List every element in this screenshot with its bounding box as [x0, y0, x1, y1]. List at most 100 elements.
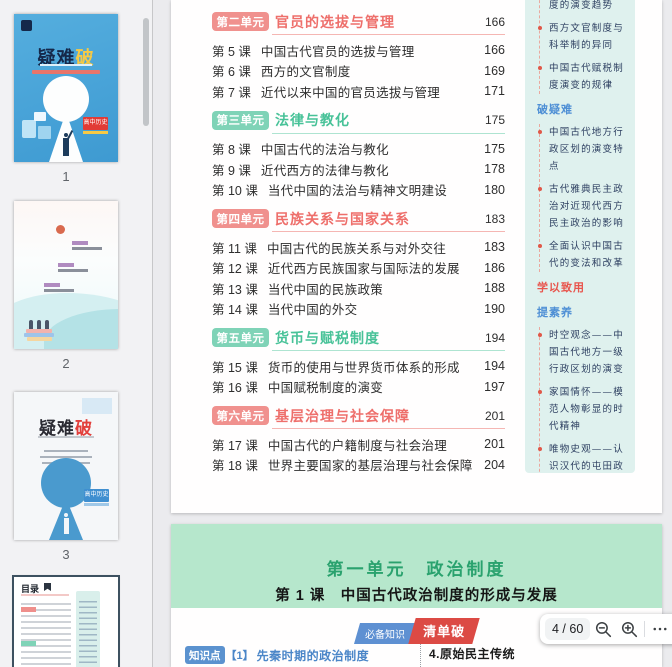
toc-unit: 第五单元 货币与赋税制度 194 第 15 课 货币的使用与世界货币体系的形成 … [212, 328, 505, 397]
thumbnail-page-4-selected[interactable]: 目录 4 [14, 577, 118, 667]
unit-title: 法律与教化 [275, 110, 485, 130]
toc-course-row: 第 16 课 中国赋税制度的演变 197 [212, 377, 505, 398]
cover-art [82, 398, 112, 414]
cover-art [58, 269, 88, 272]
unit-badge: 第五单元 [212, 328, 269, 347]
thumbnail-page-2[interactable]: 2 [14, 201, 118, 371]
credits-line [44, 450, 88, 452]
toc-unit-header: 第六单元 基层治理与社会保障 201 [212, 406, 505, 429]
course-title: 西方的文官制度 [261, 61, 484, 80]
toc-course-row: 第 9 课 近代西方的法律与教化 178 [212, 159, 505, 180]
cover-accent-strip [32, 70, 100, 74]
toc-course-list: 第 8 课 中国古代的法治与教化 175 第 9 课 近代西方的法律与教化 17… [212, 139, 505, 201]
thumbnail-page-number: 1 [14, 169, 118, 184]
toc-unit: 第四单元 民族关系与国家关系 183 第 11 课 中国古代的民族关系与对外交往… [212, 209, 505, 319]
margin-notes-panel: 中国古代选官制度的演变趋势 西方文官制度与科举制的异同 中国古代赋税制度演变的规… [525, 0, 635, 473]
mini-line [21, 594, 69, 596]
thumbnail-cover-image[interactable] [14, 201, 118, 349]
document-view: 第二单元 官员的选拔与管理 166 第 5 课 中国古代官员的选拔与管理 166… [153, 0, 672, 667]
knowledge-point-badge: 知识点 [185, 646, 225, 664]
note-item: 西方文官制度与科举制的异同 [549, 20, 629, 54]
cover-art [58, 263, 74, 267]
note-item: 中国古代地方行政区划的演变特点 [549, 124, 629, 175]
thumbnail-cover-image[interactable]: 疑难破 高中历史 [14, 392, 118, 540]
notes-heading: 破疑难 [537, 102, 629, 119]
note-item: 中国古代选官制度的演变趋势 [549, 0, 629, 14]
unit-title: 民族关系与国家关系 [275, 209, 485, 229]
unit-badge: 第三单元 [212, 111, 269, 130]
knowledge-point-index: 【1】 [226, 647, 254, 663]
unit-page-number: 175 [485, 113, 505, 127]
thumbnail-cover-image[interactable]: 疑难破 高中历史 [14, 14, 118, 162]
course-page-number: 194 [484, 359, 505, 373]
toc-course-row: 第 5 课 中国古代官员的选拔与管理 166 [212, 40, 505, 61]
unit-title: 基层治理与社会保障 [275, 406, 485, 426]
toc-course-list: 第 17 课 中国古代的户籍制度与社会治理 201 第 18 课 世界主要国家的… [212, 434, 505, 475]
unit-page-number: 201 [485, 409, 505, 423]
course-page-number: 183 [484, 240, 505, 254]
column-divider [420, 644, 421, 667]
unit-title: 官员的选拔与管理 [275, 12, 485, 32]
toc-unit: 第六单元 基层治理与社会保障 201 第 17 课 中国古代的户籍制度与社会治理… [212, 406, 505, 475]
course-title: 近代以来中国的官员选拔与管理 [261, 82, 484, 101]
book-art [27, 337, 52, 341]
toc-course-list: 第 15 课 货币的使用与世界货币体系的形成 194 第 16 课 中国赋税制度… [212, 356, 505, 397]
cover-subtitle-line [38, 436, 94, 438]
lesson-header-title: 第 1 课 中国古代政治制度的形成与发展 [171, 584, 662, 605]
unit-header-band: 第一单元 政治制度 第 1 课 中国古代政治制度的形成与发展 [171, 524, 662, 608]
person-silhouette [64, 518, 69, 534]
zoom-out-button[interactable] [590, 616, 616, 642]
flag-icon [44, 583, 51, 591]
notes-group: 时空观念——中国古代地方一级行政区划的演变 家国情怀——模范人物彰显的时代精神 … [539, 327, 629, 473]
unit-title: 货币与赋税制度 [275, 328, 485, 348]
pdf-viewer-window: 疑难破 高中历史 1 [0, 0, 672, 667]
cover-art [72, 247, 102, 250]
note-item: 古代雅典民主政治对近现代西方民主政治的影响 [549, 181, 629, 232]
toc-unit-header: 第五单元 货币与赋税制度 194 [212, 328, 505, 351]
stacked-books-art [24, 329, 54, 343]
sidebar-scrollbar-thumb[interactable] [143, 18, 149, 126]
course-title: 中国古代的法治与教化 [261, 139, 484, 158]
thumbnail-page-1[interactable]: 疑难破 高中历史 1 [14, 14, 118, 184]
toc-course-list: 第 5 课 中国古代官员的选拔与管理 166 第 6 课 西方的文官制度 169… [212, 40, 505, 102]
course-page-number: 190 [484, 302, 505, 316]
course-label: 第 12 课 [212, 258, 258, 277]
toc-course-row: 第 13 课 当代中国的民族政策 188 [212, 278, 505, 299]
course-label: 第 18 课 [212, 455, 258, 474]
table-of-contents: 第二单元 官员的选拔与管理 166 第 5 课 中国古代官员的选拔与管理 166… [212, 12, 505, 475]
note-item: 家国情怀——模范人物彰显的时代精神 [549, 384, 629, 435]
toc-unit-header: 第三单元 法律与教化 175 [212, 111, 505, 134]
toc-course-row: 第 12 课 近代西方民族国家与国际法的发展 186 [212, 258, 505, 279]
notes-heading: 提素养 [537, 305, 629, 322]
person-silhouette [45, 320, 49, 329]
course-title: 当代中国的外交 [268, 299, 484, 318]
series-badge: 高中历史 [84, 489, 109, 502]
thumbnail-page-3[interactable]: 疑难破 高中历史 3 [14, 392, 118, 562]
course-label: 第 14 课 [212, 299, 258, 318]
publisher-logo-icon [21, 20, 32, 31]
course-title: 中国古代官员的选拔与管理 [261, 41, 484, 60]
unit-page-number: 183 [485, 212, 505, 226]
notes-group: 中国古代选官制度的演变趋势 西方文官制度与科举制的异同 中国古代赋税制度演变的规… [539, 0, 629, 94]
course-page-number: 201 [484, 437, 505, 451]
unit-badge: 第六单元 [212, 406, 269, 425]
thumbnail-page-number: 3 [14, 547, 118, 562]
pdf-floating-toolbar: 4 / 60 [540, 614, 672, 644]
more-options-button[interactable] [647, 616, 672, 642]
toc-unit: 第二单元 官员的选拔与管理 166 第 5 课 中国古代官员的选拔与管理 166… [212, 12, 505, 102]
course-label: 第 9 课 [212, 160, 251, 179]
unit-badge: 第二单元 [212, 12, 269, 31]
zoom-in-button[interactable] [616, 616, 642, 642]
unit-page-number: 166 [485, 15, 505, 29]
series-badge-strip [83, 131, 108, 134]
course-label: 第 7 课 [212, 82, 251, 101]
course-title: 当代中国的民族政策 [268, 279, 484, 298]
course-label: 第 17 课 [212, 435, 258, 454]
note-item: 中国古代赋税制度演变的规律 [549, 60, 629, 94]
toc-course-row: 第 17 课 中国古代的户籍制度与社会治理 201 [212, 434, 505, 455]
course-label: 第 13 课 [212, 279, 258, 298]
three-dots-icon [651, 620, 669, 638]
knowledge-point-row: 知识点 【1】 先秦时期的政治制度 [185, 646, 369, 664]
thumbnail-contents-page[interactable]: 目录 [14, 577, 118, 667]
page-number-indicator[interactable]: 4 / 60 [545, 618, 590, 640]
